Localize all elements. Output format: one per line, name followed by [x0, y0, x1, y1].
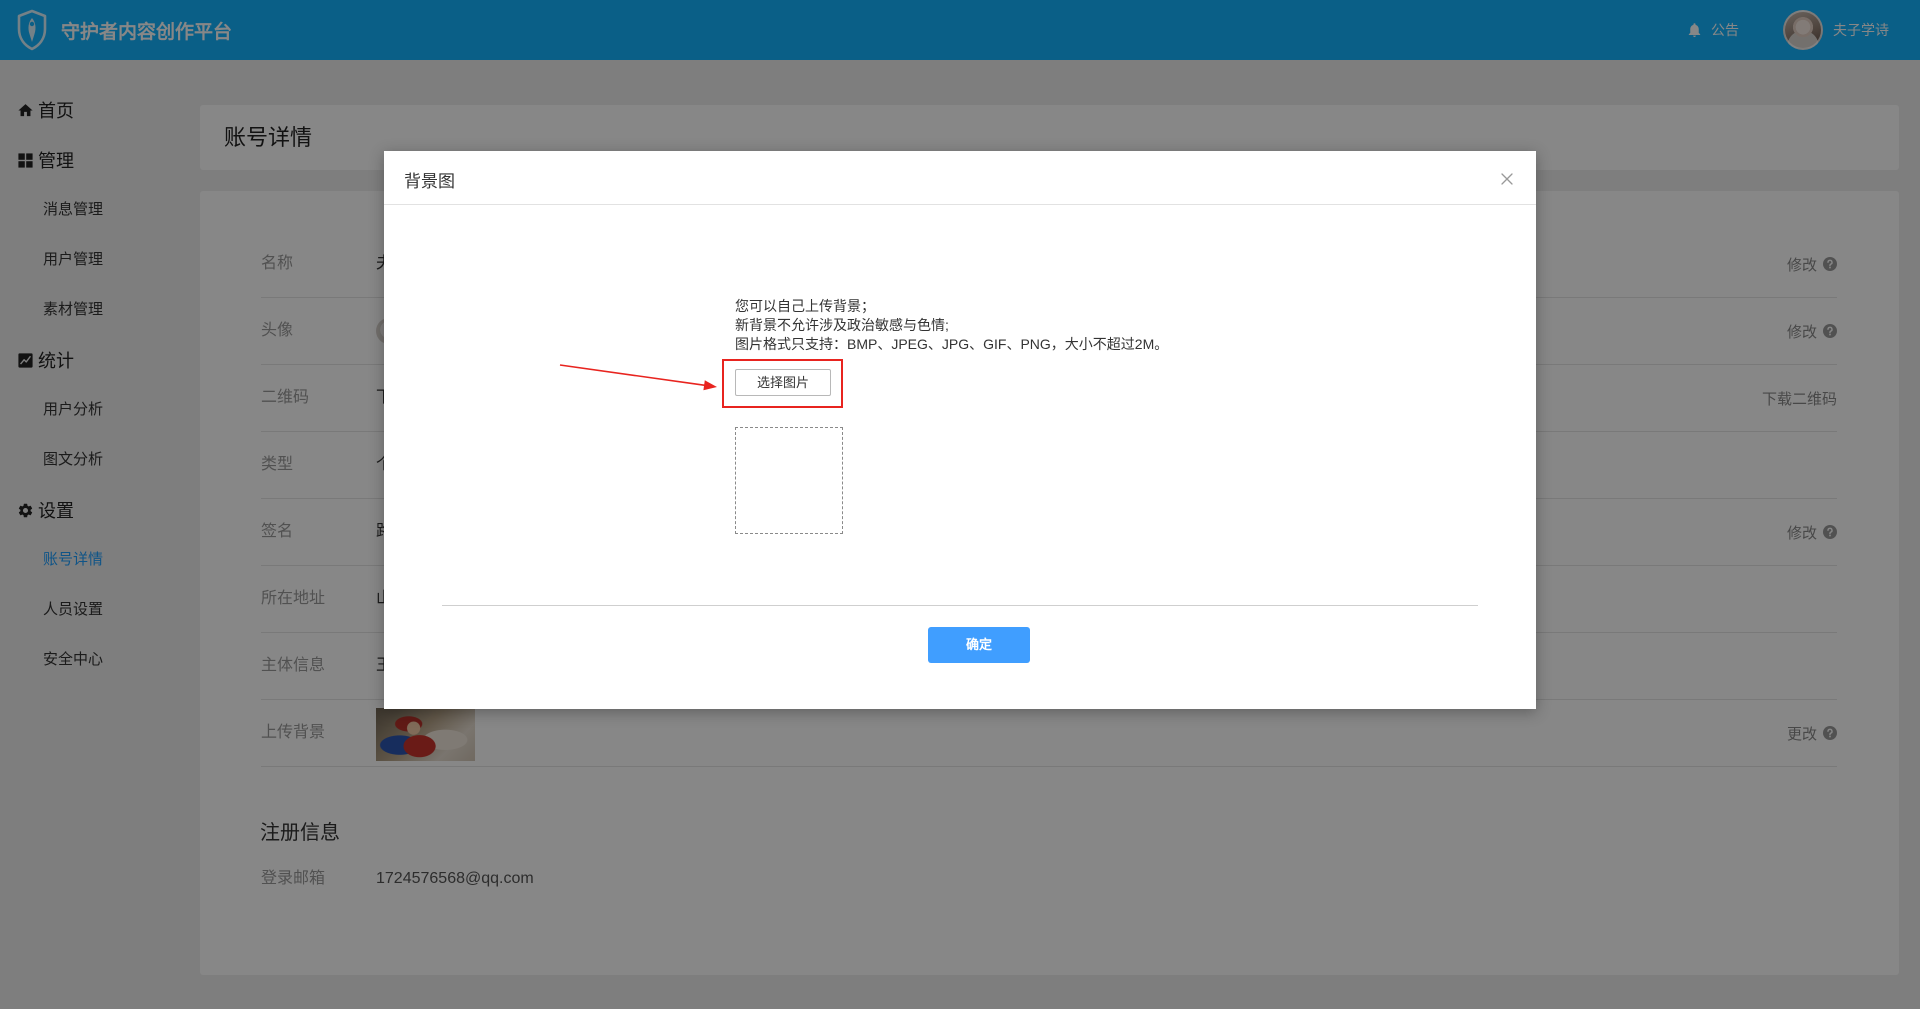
red-arrow-icon — [559, 364, 717, 391]
background-upload-dialog: 背景图 您可以自己上传背景； 新背景不允许涉及政治敏感与色情; 图片格式只支持：… — [384, 151, 1536, 709]
upload-tips: 您可以自己上传背景； 新背景不允许涉及政治敏感与色情; 图片格式只支持：BMP、… — [735, 297, 1168, 354]
confirm-button[interactable]: 确定 — [928, 627, 1030, 663]
image-preview-placeholder — [735, 427, 843, 534]
tip-line: 您可以自己上传背景； — [735, 298, 875, 314]
dialog-title: 背景图 — [404, 172, 455, 191]
close-icon[interactable] — [1500, 172, 1514, 186]
dialog-divider — [442, 605, 1478, 606]
dialog-header: 背景图 — [384, 151, 1536, 205]
select-image-button[interactable]: 选择图片 — [735, 369, 831, 396]
tip-line: 新背景不允许涉及政治敏感与色情; — [735, 317, 949, 333]
tip-line: 图片格式只支持：BMP、JPEG、JPG、GIF、PNG，大小不超过2M。 — [735, 336, 1169, 352]
